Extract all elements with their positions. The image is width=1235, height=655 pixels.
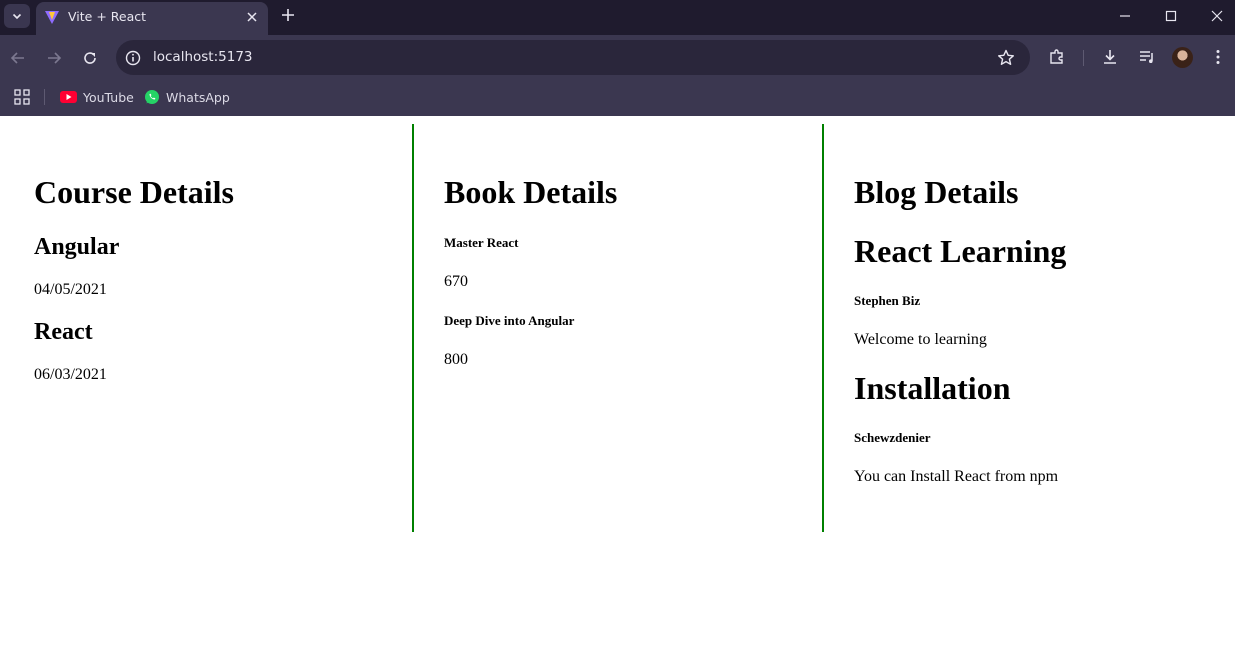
bookmarks-bar: YouTube WhatsApp	[0, 81, 1235, 116]
forward-arrow-icon[interactable]	[44, 48, 64, 68]
bookmark-label: WhatsApp	[166, 89, 230, 105]
download-icon[interactable]	[1100, 47, 1120, 67]
bookmark-whatsapp[interactable]: WhatsApp	[144, 86, 230, 108]
maximize-icon[interactable]	[1163, 8, 1179, 24]
tab-search-button[interactable]	[4, 4, 30, 28]
course-date: 04/05/2021	[34, 281, 107, 298]
profile-avatar[interactable]	[1172, 47, 1193, 68]
blog-content: Welcome to learning	[854, 331, 987, 348]
whatsapp-icon	[145, 90, 159, 104]
browser-toolbar: localhost:5173	[0, 35, 1235, 81]
book-price: 670	[444, 273, 468, 290]
blog-content: You can Install React from npm	[854, 468, 1059, 485]
course-name: Angular	[34, 234, 120, 260]
course-date: 06/03/2021	[34, 366, 107, 383]
bookmark-youtube[interactable]: YouTube	[60, 86, 134, 108]
vite-logo-icon	[45, 11, 59, 24]
browser-titlebar: Vite + React	[0, 0, 1235, 35]
address-bar[interactable]: localhost:5173	[116, 40, 1030, 75]
back-arrow-icon[interactable]	[8, 48, 28, 68]
column-divider	[822, 124, 824, 532]
bookmark-star-icon[interactable]	[996, 48, 1016, 68]
book-title: Deep Dive into Angular	[444, 313, 575, 328]
bookmark-label: YouTube	[83, 89, 134, 105]
new-tab-icon[interactable]	[279, 6, 297, 24]
section-heading: Blog Details	[854, 174, 1019, 210]
close-icon[interactable]	[244, 9, 260, 25]
tab-title: Vite + React	[68, 9, 147, 24]
toolbar-divider	[1083, 50, 1084, 66]
minimize-icon[interactable]	[1117, 8, 1133, 24]
media-controls-icon[interactable]	[1137, 47, 1157, 67]
page-content: Course Details Angular 04/05/2021 React …	[0, 116, 1235, 655]
book-title: Master React	[444, 235, 519, 250]
browser-tab-active[interactable]: Vite + React	[36, 2, 268, 35]
column-divider	[412, 124, 414, 532]
more-menu-icon[interactable]	[1208, 47, 1228, 67]
apps-grid-icon[interactable]	[13, 88, 31, 106]
course-name: React	[34, 319, 93, 345]
reload-icon[interactable]	[80, 48, 100, 68]
bookmarks-divider	[44, 89, 45, 105]
youtube-icon	[60, 91, 77, 103]
window-close-icon[interactable]	[1209, 8, 1225, 24]
site-info-icon[interactable]	[124, 49, 142, 67]
section-heading: Book Details	[444, 174, 618, 210]
blog-title: Installation	[854, 370, 1011, 406]
extensions-icon[interactable]	[1047, 47, 1067, 67]
blog-author: Stephen Biz	[854, 293, 921, 308]
section-heading: Course Details	[34, 174, 234, 210]
book-price: 800	[444, 351, 468, 368]
blog-author: Schewzdenier	[854, 430, 931, 445]
address-url: localhost:5173	[153, 49, 253, 65]
chevron-down-icon	[12, 13, 22, 20]
blog-title: React Learning	[854, 233, 1067, 269]
